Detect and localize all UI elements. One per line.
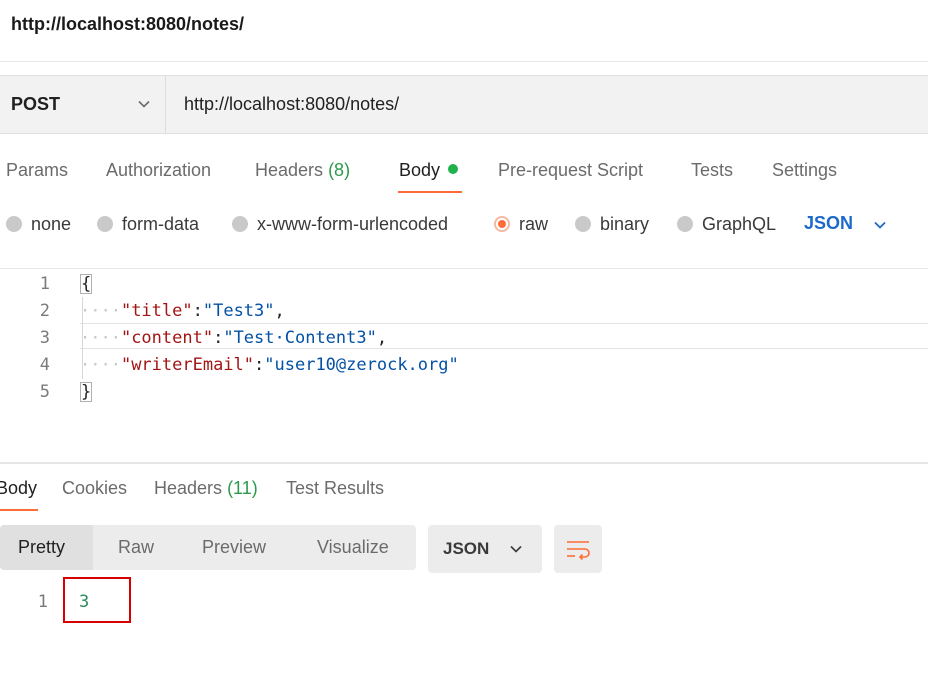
request-title: http://localhost:8080/notes/ bbox=[11, 14, 245, 34]
tab-headers[interactable]: Headers (8) bbox=[255, 160, 350, 181]
url-bar: POST http://localhost:8080/notes/ bbox=[0, 75, 928, 134]
response-tab-headers-label: Headers bbox=[154, 478, 223, 498]
line-number: 1 bbox=[39, 274, 50, 294]
indent-dots: ···· bbox=[80, 355, 121, 375]
language-select[interactable]: JSON bbox=[804, 213, 853, 234]
code-line[interactable]: ····"content":"Test·Content3", bbox=[80, 328, 387, 348]
tab-headers-label: Headers bbox=[255, 160, 324, 180]
indent-dots: ···· bbox=[80, 328, 121, 348]
tab-body-label: Body bbox=[399, 160, 441, 180]
radio-raw-selected[interactable] bbox=[494, 216, 510, 232]
body-type-urlencoded[interactable]: x-www-form-urlencoded bbox=[232, 213, 448, 235]
body-type-binary[interactable]: binary bbox=[575, 213, 649, 235]
method-label: POST bbox=[11, 94, 61, 114]
chevron-down-icon bbox=[510, 545, 522, 553]
radio-label: x-www-form-urlencoded bbox=[257, 213, 449, 234]
body-status-dot bbox=[448, 164, 459, 174]
json-comma: , bbox=[376, 328, 388, 348]
radio-graphql[interactable] bbox=[677, 216, 693, 232]
tab-body[interactable]: Body bbox=[399, 160, 459, 181]
radio-form-data[interactable] bbox=[97, 216, 113, 232]
open-brace: { bbox=[80, 274, 93, 294]
radio-label: binary bbox=[600, 213, 650, 234]
tab-settings[interactable]: Settings bbox=[772, 160, 837, 181]
tab-authorization[interactable]: Authorization bbox=[106, 160, 211, 181]
json-comma: , bbox=[274, 301, 285, 321]
radio-urlencoded[interactable] bbox=[232, 216, 248, 232]
response-tab-test-results[interactable]: Test Results bbox=[286, 478, 384, 499]
close-brace: } bbox=[80, 382, 93, 402]
radio-label: GraphQL bbox=[702, 213, 777, 234]
headers-count: (11) bbox=[227, 478, 258, 498]
view-visualize[interactable]: Visualize bbox=[317, 537, 389, 558]
radio-label: raw bbox=[519, 213, 549, 234]
tab-params[interactable]: Params bbox=[6, 160, 68, 181]
headers-count: (8) bbox=[328, 160, 351, 180]
response-tab-headers[interactable]: Headers (11) bbox=[154, 478, 258, 499]
json-key: "title" bbox=[120, 301, 193, 321]
wrap-lines-icon bbox=[567, 541, 590, 561]
json-key: "writerEmail" bbox=[120, 355, 255, 375]
indent-dots: ···· bbox=[80, 301, 121, 321]
json-value: "Test·Content3" bbox=[223, 328, 377, 348]
json-colon: : bbox=[192, 301, 203, 321]
json-colon: : bbox=[254, 355, 265, 375]
tab-tests[interactable]: Tests bbox=[691, 160, 733, 181]
line-number: 4 bbox=[39, 355, 50, 375]
code-line[interactable]: ····"title":"Test3", bbox=[80, 301, 285, 321]
line-number: 3 bbox=[39, 328, 50, 348]
view-preview[interactable]: Preview bbox=[202, 537, 266, 558]
code-line[interactable]: ····"writerEmail":"user10@zerock.org" bbox=[80, 355, 459, 375]
divider bbox=[0, 462, 928, 464]
view-raw[interactable]: Raw bbox=[118, 537, 154, 558]
divider bbox=[0, 61, 928, 62]
response-tab-cookies[interactable]: Cookies bbox=[62, 478, 127, 499]
annotation-highlight-box bbox=[63, 577, 131, 623]
response-line-number: 1 bbox=[37, 592, 48, 612]
body-type-raw[interactable]: raw bbox=[494, 213, 548, 235]
json-key: "content" bbox=[120, 328, 214, 348]
json-colon: : bbox=[213, 328, 224, 348]
method-select[interactable]: POST bbox=[0, 76, 166, 133]
line-number: 5 bbox=[39, 382, 50, 402]
active-tab-indicator bbox=[0, 509, 38, 511]
code-line[interactable]: } bbox=[80, 382, 93, 402]
radio-none[interactable] bbox=[6, 216, 22, 232]
response-format-select[interactable]: JSON bbox=[428, 525, 542, 573]
tab-pre-request-script[interactable]: Pre-request Script bbox=[498, 160, 643, 181]
response-tab-body[interactable]: Body bbox=[0, 478, 37, 499]
body-type-graphql[interactable]: GraphQL bbox=[677, 213, 776, 235]
json-value: "Test3" bbox=[202, 301, 275, 321]
body-type-form-data[interactable]: form-data bbox=[97, 213, 199, 235]
chevron-down-icon bbox=[138, 100, 150, 108]
line-number: 2 bbox=[39, 301, 50, 321]
response-view-switcher: Pretty Raw Preview Visualize bbox=[0, 525, 416, 570]
wrap-lines-button[interactable] bbox=[554, 525, 602, 573]
format-label: JSON bbox=[443, 539, 490, 558]
active-tab-indicator bbox=[398, 191, 462, 193]
code-line[interactable]: { bbox=[80, 274, 93, 294]
radio-label: form-data bbox=[122, 213, 200, 234]
radio-label: none bbox=[31, 213, 72, 234]
url-input[interactable]: http://localhost:8080/notes/ bbox=[184, 94, 399, 115]
chevron-down-icon[interactable] bbox=[872, 217, 888, 233]
body-type-none[interactable]: none bbox=[6, 213, 71, 235]
json-value: "user10@zerock.org" bbox=[264, 355, 459, 375]
divider bbox=[0, 268, 928, 269]
radio-binary[interactable] bbox=[575, 216, 591, 232]
view-pretty[interactable]: Pretty bbox=[18, 537, 65, 558]
